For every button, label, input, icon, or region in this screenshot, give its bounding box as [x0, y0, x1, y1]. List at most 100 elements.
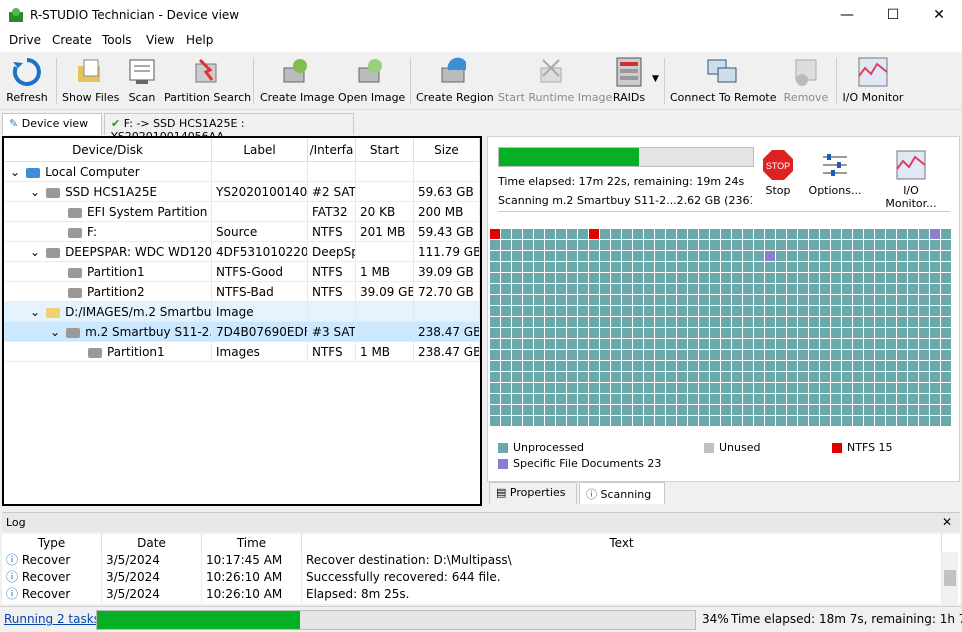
tree-row[interactable]: F: Source NTFS 201 MB 59.43 GB [4, 222, 480, 242]
raids-button[interactable]: RAIDs [610, 56, 648, 108]
partition-search-button[interactable]: Partition Search [164, 56, 251, 108]
scan-block [930, 339, 940, 349]
scan-block [688, 240, 698, 250]
scan-block [941, 394, 951, 404]
tree-row[interactable]: Partition2 NTFS-Bad NTFS 39.09 GB 72.70 GB [4, 282, 480, 302]
expand-chevron-icon[interactable]: ⌄ [30, 245, 40, 259]
scan-block [820, 306, 830, 316]
tab-device-view[interactable]: ✎ Device view [2, 113, 102, 135]
expand-chevron-icon[interactable]: ⌄ [10, 165, 20, 179]
tab-scanning[interactable]: ⓘ Scanning [579, 482, 665, 504]
refresh-button[interactable]: Refresh [4, 56, 50, 108]
tree-row[interactable]: ⌄ D:/IMAGES/m.2 Smartbu... Image [4, 302, 480, 322]
scan-block [567, 251, 577, 261]
scan-block [644, 361, 654, 371]
scan-block [545, 251, 555, 261]
scan-block [919, 306, 929, 316]
io-monitor-scan-button[interactable]: I/O Monitor... [876, 149, 946, 210]
scan-block [534, 405, 544, 415]
tree-row[interactable]: Partition1 NTFS-Good NTFS 1 MB 39.09 GB [4, 262, 480, 282]
expand-chevron-icon[interactable]: ⌄ [50, 325, 60, 339]
create-image-button[interactable]: Create Image [260, 56, 335, 108]
log-row[interactable]: ⓘ Recover 3/5/2024 10:17:45 AM Recover dest… [2, 552, 942, 569]
log-col-type[interactable]: Type [2, 534, 102, 552]
tree-cell-start: 201 MB [356, 222, 414, 242]
svg-text:STOP: STOP [766, 161, 790, 171]
tree-row[interactable]: Partition1 Images NTFS 1 MB 238.47 GB [4, 342, 480, 362]
close-button[interactable]: ✕ [916, 0, 962, 30]
stop-button[interactable]: STOP Stop [762, 149, 794, 197]
scan-block [556, 262, 566, 272]
remove-button[interactable]: Remove [782, 56, 830, 108]
scan-block [534, 372, 544, 382]
scan-block [622, 229, 632, 239]
menu-create[interactable]: Create [52, 33, 92, 47]
scan-block [853, 416, 863, 426]
scan-block [589, 416, 599, 426]
col-header-device[interactable]: Device/Disk [4, 138, 212, 162]
tab-properties[interactable]: ▤ Properties [489, 482, 577, 504]
open-image-button[interactable]: Open Image [338, 56, 405, 108]
tree-row[interactable]: ⌄ Local Computer [4, 162, 480, 182]
scan-block [644, 262, 654, 272]
tree-row[interactable]: ⌄ m.2 Smartbuy S11-2...7D4B07690EDF...#3 … [4, 322, 480, 342]
scan-block [655, 295, 665, 305]
log-col-time[interactable]: Time [202, 534, 302, 552]
scan-block [688, 328, 698, 338]
scan-block [732, 372, 742, 382]
menu-view[interactable]: View [146, 33, 174, 47]
menu-help[interactable]: Help [186, 33, 213, 47]
scan-block [666, 295, 676, 305]
raids-dropdown-icon[interactable]: ▼ [652, 74, 659, 84]
scan-block [732, 361, 742, 371]
create-region-button[interactable]: Create Region [416, 56, 494, 108]
scan-block [754, 284, 764, 294]
col-header-size[interactable]: Size [414, 138, 480, 162]
start-runtime-image-button[interactable]: Start Runtime Image [498, 56, 612, 108]
scan-block [655, 416, 665, 426]
scan-block [754, 295, 764, 305]
scan-button[interactable]: Scan [124, 56, 160, 108]
col-header-start[interactable]: Start [356, 138, 414, 162]
log-row[interactable]: ⓘ Recover 3/5/2024 10:26:10 AM Successfully… [2, 569, 942, 586]
col-header-interface[interactable]: /Interfa [308, 138, 356, 162]
log-scrollbar-thumb[interactable] [944, 570, 956, 586]
col-header-label[interactable]: Label [212, 138, 308, 162]
io-monitor-button[interactable]: I/O Monitor [842, 56, 904, 108]
scan-block [743, 273, 753, 283]
scan-block [512, 416, 522, 426]
tree-cell-size: 59.63 GB [414, 182, 480, 202]
minimize-button[interactable]: — [824, 0, 870, 30]
scan-block [864, 372, 874, 382]
scan-block [864, 273, 874, 283]
log-row[interactable]: ⓘ Recover 3/5/2024 10:26:10 AM Elapsed: 8m … [2, 586, 942, 603]
menu-tools[interactable]: Tools [102, 33, 132, 47]
scan-block [897, 328, 907, 338]
tab-target[interactable]: ✔ F: -> SSD HCS1A25E : YS202010014056AA [104, 113, 354, 143]
options-button[interactable]: Options... [806, 149, 864, 197]
tree-row[interactable]: EFI System Partition FAT32 20 KB 200 MB [4, 202, 480, 222]
scan-block [688, 361, 698, 371]
log-close-button[interactable]: ✕ [942, 515, 952, 529]
connect-to-remote-button[interactable]: Connect To Remote [670, 56, 777, 108]
menu-drive[interactable]: Drive [9, 33, 41, 47]
maximize-button[interactable]: ☐ [870, 0, 916, 30]
show-files-button[interactable]: Show Files [62, 56, 119, 108]
scan-block [864, 240, 874, 250]
expand-chevron-icon[interactable]: ⌄ [30, 305, 40, 319]
scan-block [710, 251, 720, 261]
log-col-date[interactable]: Date [102, 534, 202, 552]
scan-block [710, 328, 720, 338]
scan-block [842, 416, 852, 426]
tree-row[interactable]: ⌄ SSD HCS1A25E YS20201001405...#2 SATA2, S… [4, 182, 480, 202]
scan-block [677, 317, 687, 327]
scan-block [589, 383, 599, 393]
scan-block [622, 372, 632, 382]
log-scrollbar[interactable] [942, 552, 958, 604]
tree-row[interactable]: ⌄ DEEPSPAR: WDC WD120... 4DF531010220 DeepS… [4, 242, 480, 262]
running-tasks-link[interactable]: Running 2 tasks [4, 612, 100, 626]
expand-chevron-icon[interactable]: ⌄ [30, 185, 40, 199]
scan-block [677, 251, 687, 261]
log-col-text[interactable]: Text [302, 534, 942, 552]
scan-block [853, 251, 863, 261]
